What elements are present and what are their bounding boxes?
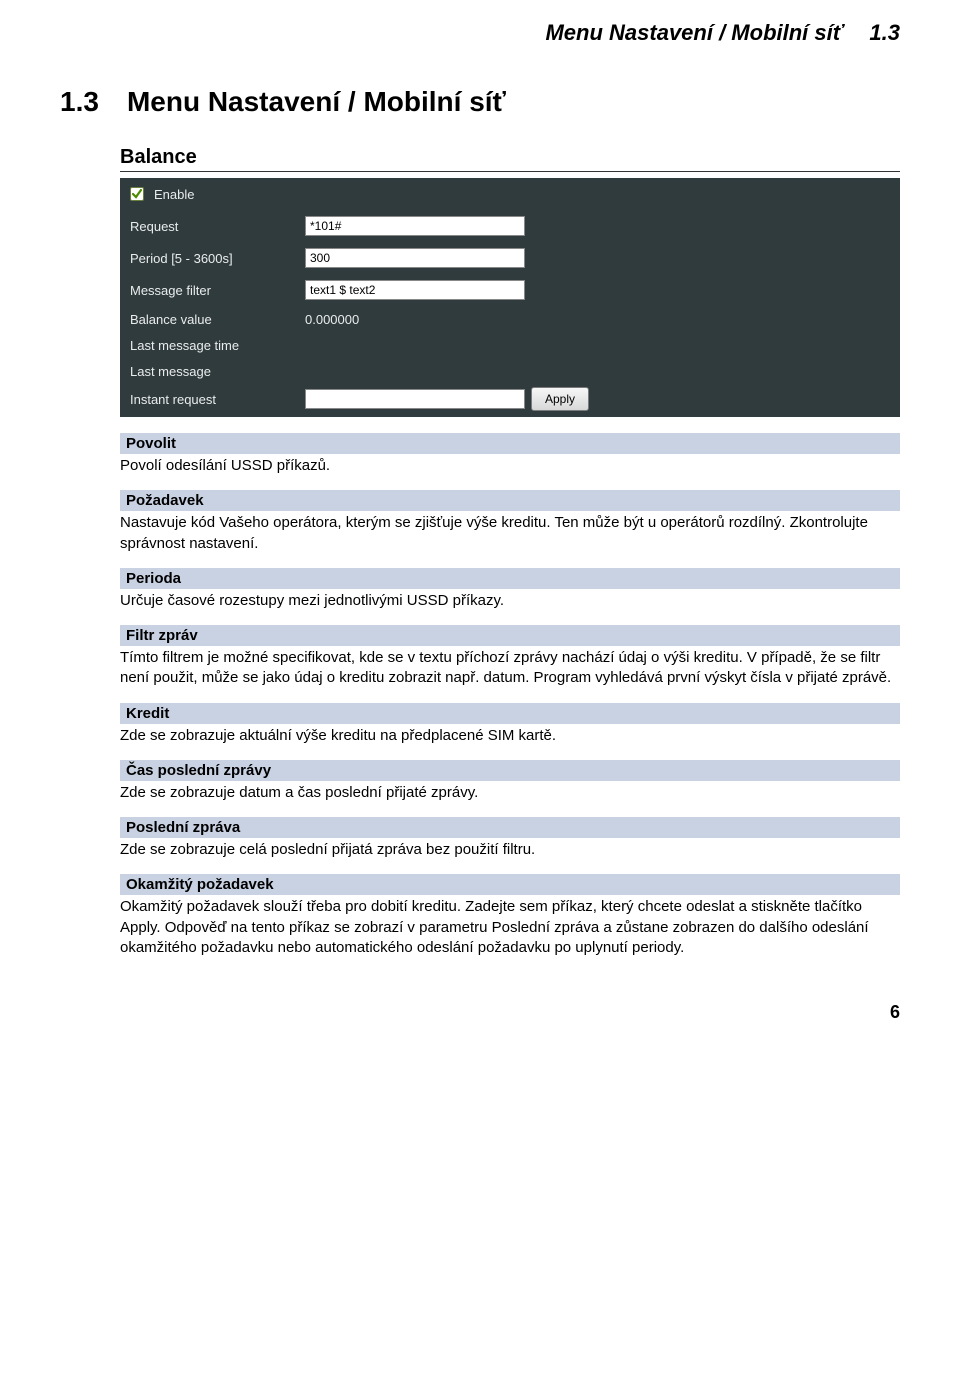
page-number: 6	[60, 1002, 900, 1023]
msgfilter-row: Message filter	[120, 274, 900, 306]
term-filtr-head: Filtr zpráv	[120, 625, 900, 646]
period-row: Period [5 - 3600s]	[120, 242, 900, 274]
settings-panel: Enable Request Period [5 - 3600s] Messag…	[120, 178, 900, 417]
term-cas-body: Zde se zobrazuje datum a čas poslední př…	[120, 781, 900, 807]
term-pozadavek-body: Nastavuje kód Vašeho operátora, kterým s…	[120, 511, 900, 558]
term-pozadavek-head: Požadavek	[120, 490, 900, 511]
check-icon	[131, 188, 143, 200]
balancevalue-value: 0.000000	[305, 312, 359, 327]
header-title: Menu Nastavení / Mobilní síť	[545, 20, 843, 45]
term-kredit-head: Kredit	[120, 703, 900, 724]
apply-button[interactable]: Apply	[531, 387, 589, 411]
instant-request-input[interactable]	[305, 389, 525, 409]
instant-row: Instant request Apply	[120, 384, 900, 417]
term-perioda-body: Určuje časové rozestupy mezi jednotlivým…	[120, 589, 900, 615]
page-header: Menu Nastavení / Mobilní síť 1.3	[60, 20, 900, 46]
term-cas-head: Čas poslední zprávy	[120, 760, 900, 781]
term-kredit-body: Zde se zobrazuje aktuální výše kreditu n…	[120, 724, 900, 750]
request-input[interactable]	[305, 216, 525, 236]
term-okamzity-head: Okamžitý požadavek	[120, 874, 900, 895]
term-posledni-head: Poslední zpráva	[120, 817, 900, 838]
balancevalue-label: Balance value	[130, 312, 305, 327]
lastmsgtime-row: Last message time	[120, 332, 900, 358]
enable-row: Enable	[120, 178, 900, 210]
balance-heading: Balance	[120, 146, 900, 172]
term-posledni-body: Zde se zobrazuje celá poslední přijatá z…	[120, 838, 900, 864]
section-title: 1.3 Menu Nastavení / Mobilní síť	[60, 86, 900, 118]
request-row: Request	[120, 210, 900, 242]
section-number: 1.3	[60, 86, 99, 118]
term-okamzity-body: Okamžitý požadavek slouží třeba pro dobi…	[120, 895, 900, 962]
lastmsg-row: Last message	[120, 358, 900, 384]
enable-label: Enable	[154, 187, 194, 202]
term-povolit-head: Povolit	[120, 433, 900, 454]
descriptions: Povolit Povolí odesílání USSD příkazů. P…	[120, 433, 900, 962]
period-input[interactable]	[305, 248, 525, 268]
msgfilter-input[interactable]	[305, 280, 525, 300]
term-perioda-head: Perioda	[120, 568, 900, 589]
header-version: 1.3	[869, 20, 900, 46]
enable-checkbox[interactable]	[130, 187, 144, 201]
msgfilter-label: Message filter	[130, 283, 305, 298]
balancevalue-row: Balance value 0.000000	[120, 306, 900, 332]
term-povolit-body: Povolí odesílání USSD příkazů.	[120, 454, 900, 480]
section-title-text: Menu Nastavení / Mobilní síť	[127, 86, 506, 118]
request-label: Request	[130, 219, 305, 234]
instant-label: Instant request	[130, 392, 305, 407]
lastmsgtime-label: Last message time	[130, 338, 305, 353]
lastmsg-label: Last message	[130, 364, 305, 379]
period-label: Period [5 - 3600s]	[130, 251, 305, 266]
term-filtr-body: Tímto filtrem je možné specifikovat, kde…	[120, 646, 900, 693]
